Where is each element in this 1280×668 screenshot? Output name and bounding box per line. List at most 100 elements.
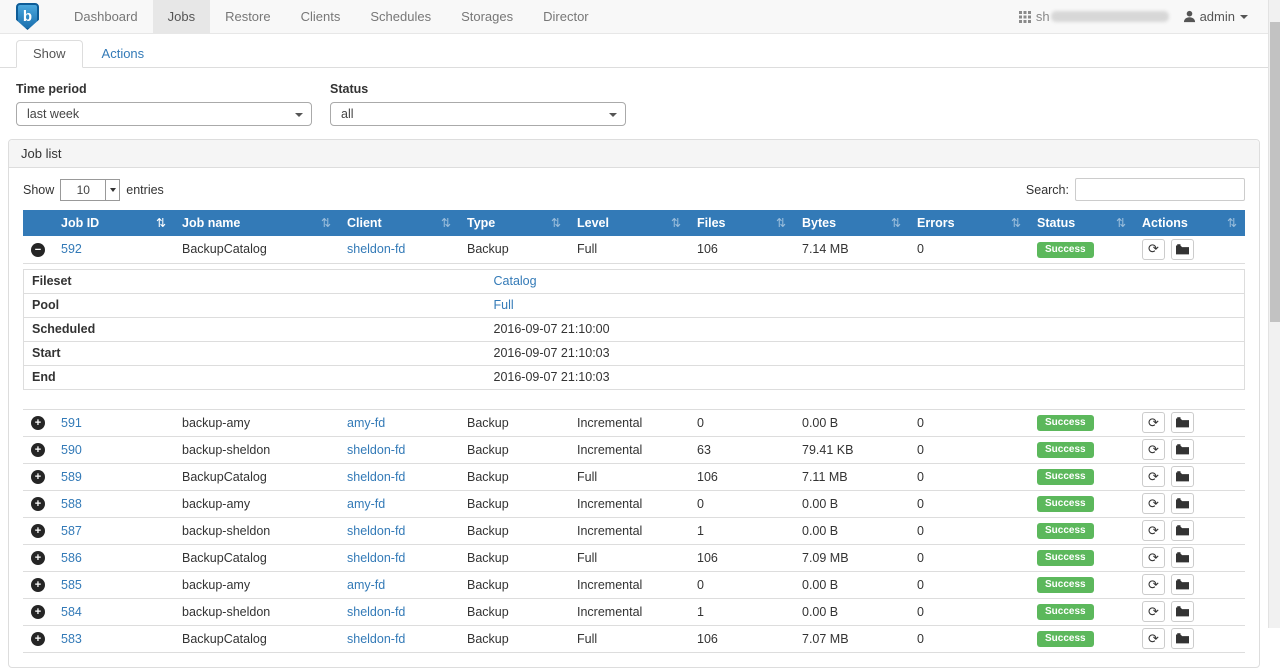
column-header[interactable]: Bytes ⇅ (794, 210, 909, 236)
job-id-link[interactable]: 592 (61, 242, 82, 256)
expand-toggle-icon[interactable]: + (31, 551, 45, 565)
client-link[interactable]: sheldon-fd (347, 632, 405, 646)
rerun-button[interactable]: ⟳ (1142, 547, 1165, 568)
detail-value[interactable]: Catalog (486, 269, 1245, 293)
search-input[interactable] (1075, 178, 1245, 201)
job-name-cell: backup-sheldon (174, 517, 339, 544)
length-suffix-label: entries (126, 183, 164, 197)
rerun-button[interactable]: ⟳ (1142, 239, 1165, 260)
restore-button[interactable] (1171, 574, 1194, 595)
restore-button[interactable] (1171, 493, 1194, 514)
expand-toggle-icon[interactable]: + (31, 416, 45, 430)
user-menu[interactable]: admin (1200, 9, 1235, 24)
rerun-button[interactable]: ⟳ (1142, 439, 1165, 460)
restore-button[interactable] (1171, 547, 1194, 568)
page-scrollbar[interactable] (1268, 0, 1280, 628)
job-id-link[interactable]: 586 (61, 551, 82, 565)
rerun-button[interactable]: ⟳ (1142, 574, 1165, 595)
client-link[interactable]: sheldon-fd (347, 524, 405, 538)
status-select[interactable]: all (330, 102, 626, 126)
restore-button[interactable] (1171, 412, 1194, 433)
expand-toggle-icon[interactable]: + (31, 524, 45, 538)
folder-icon (1176, 444, 1189, 455)
host-redacted-blur (1051, 11, 1169, 22)
job-id-cell: 590 (53, 436, 174, 463)
client-link[interactable]: sheldon-fd (347, 470, 405, 484)
column-header[interactable]: Status ⇅ (1029, 210, 1134, 236)
client-link[interactable]: amy-fd (347, 416, 385, 430)
nav-item-schedules[interactable]: Schedules (355, 0, 446, 33)
expand-toggle-icon[interactable]: + (31, 605, 45, 619)
job-id-link[interactable]: 588 (61, 497, 82, 511)
nav-item-jobs[interactable]: Jobs (153, 0, 210, 33)
restore-button[interactable] (1171, 466, 1194, 487)
row-details: Fileset Catalog Pool Full Scheduled 2016… (23, 263, 1245, 409)
client-link[interactable]: sheldon-fd (347, 551, 405, 565)
column-header[interactable]: Errors ⇅ (909, 210, 1029, 236)
rerun-button[interactable]: ⟳ (1142, 628, 1165, 649)
expand-toggle-icon[interactable]: + (31, 632, 45, 646)
job-id-link[interactable]: 591 (61, 416, 82, 430)
column-header-label: Job ID (61, 216, 99, 230)
job-id-link[interactable]: 589 (61, 470, 82, 484)
nav-item-dashboard[interactable]: Dashboard (59, 0, 153, 33)
restore-button[interactable] (1171, 601, 1194, 622)
rerun-button[interactable]: ⟳ (1142, 601, 1165, 622)
time-period-select[interactable]: last week (16, 102, 312, 126)
expand-toggle-icon[interactable]: − (31, 243, 45, 257)
client-cell: sheldon-fd (339, 463, 459, 490)
rerun-button[interactable]: ⟳ (1142, 493, 1165, 514)
rerun-button[interactable]: ⟳ (1142, 412, 1165, 433)
scrollbar-thumb[interactable] (1270, 22, 1280, 322)
column-header[interactable]: Job name ⇅ (174, 210, 339, 236)
client-link[interactable]: sheldon-fd (347, 443, 405, 457)
job-id-link[interactable]: 590 (61, 443, 82, 457)
column-header[interactable]: Files ⇅ (689, 210, 794, 236)
detail-row: Scheduled 2016-09-07 21:10:00 (24, 317, 1245, 341)
nav-item-restore[interactable]: Restore (210, 0, 286, 33)
restore-button[interactable] (1171, 628, 1194, 649)
expand-toggle-icon[interactable]: + (31, 443, 45, 457)
expand-toggle-icon[interactable]: + (31, 470, 45, 484)
client-link[interactable]: amy-fd (347, 497, 385, 511)
rerun-button[interactable]: ⟳ (1142, 466, 1165, 487)
nav-item-clients[interactable]: Clients (286, 0, 356, 33)
nav-item-director[interactable]: Director (528, 0, 604, 33)
level-cell: Incremental (569, 490, 689, 517)
job-id-link[interactable]: 585 (61, 578, 82, 592)
expand-toggle-icon[interactable]: + (31, 578, 45, 592)
job-id-link[interactable]: 587 (61, 524, 82, 538)
column-header[interactable]: Actions ⇅ (1134, 210, 1245, 236)
type-cell: Backup (459, 571, 569, 598)
status-badge: Success (1037, 469, 1094, 485)
column-header[interactable]: Type ⇅ (459, 210, 569, 236)
tab-show[interactable]: Show (16, 40, 83, 68)
nav-item-storages[interactable]: Storages (446, 0, 528, 33)
column-header[interactable]: Level ⇅ (569, 210, 689, 236)
job-id-link[interactable]: 584 (61, 605, 82, 619)
level-cell: Incremental (569, 571, 689, 598)
status-cell: Success (1029, 517, 1134, 544)
restore-button[interactable] (1171, 239, 1194, 260)
expand-toggle-icon[interactable]: + (31, 497, 45, 511)
client-link[interactable]: sheldon-fd (347, 242, 405, 256)
job-name-cell: backup-amy (174, 409, 339, 436)
rerun-button[interactable]: ⟳ (1142, 520, 1165, 541)
column-header[interactable]: Client ⇅ (339, 210, 459, 236)
status-cell: Success (1029, 236, 1134, 263)
rerun-icon: ⟳ (1148, 241, 1159, 257)
detail-table-body: Fileset Catalog Pool Full Scheduled 2016… (24, 269, 1245, 389)
column-header[interactable]: Job ID ⇅ (53, 210, 174, 236)
tab-actions[interactable]: Actions (85, 40, 162, 68)
restore-button[interactable] (1171, 520, 1194, 541)
brand-logo[interactable]: b (0, 0, 59, 33)
detail-value[interactable]: Full (486, 293, 1245, 317)
restore-button[interactable] (1171, 439, 1194, 460)
detail-label: Pool (24, 293, 486, 317)
client-link[interactable]: amy-fd (347, 578, 385, 592)
job-id-link[interactable]: 583 (61, 632, 82, 646)
page-length-select[interactable]: 10 (60, 179, 120, 201)
client-link[interactable]: sheldon-fd (347, 605, 405, 619)
detail-label: Start (24, 341, 486, 365)
job-name-cell: backup-sheldon (174, 598, 339, 625)
